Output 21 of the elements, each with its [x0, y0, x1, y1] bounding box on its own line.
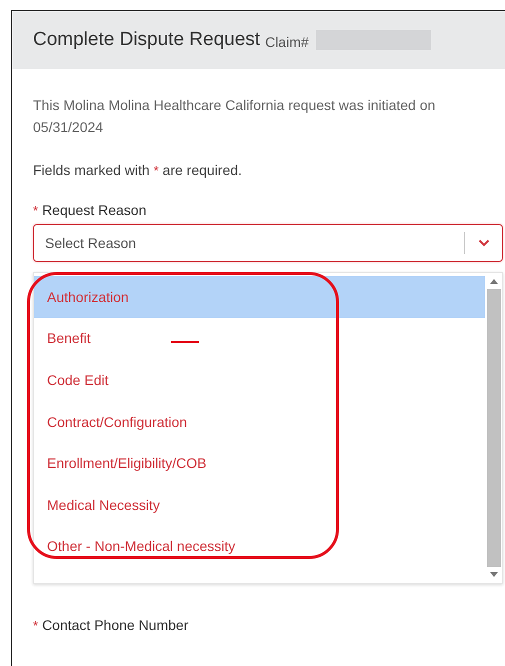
scroll-up-icon[interactable] — [490, 279, 498, 284]
dropdown-option[interactable]: Benefit — [34, 318, 485, 360]
intro-text: This Molina Molina Healthcare California request was initiated on 05/31/2024 — [33, 96, 436, 137]
dropdown-option[interactable]: Authorization — [34, 276, 485, 318]
chevron-down-icon — [478, 239, 490, 247]
annotation-mark — [171, 341, 199, 343]
dialog-title: Complete Dispute Request — [33, 29, 260, 51]
dropdown-option[interactable]: Code Edit — [34, 359, 485, 401]
scroll-down-icon[interactable] — [490, 572, 498, 577]
dropdown-option[interactable]: Medical Necessity — [34, 484, 485, 526]
dropdown-option[interactable]: Contract/Configuration — [34, 400, 485, 442]
field-label: Request Reason — [42, 202, 146, 218]
claim-label: Claim# — [265, 34, 309, 50]
reason-select[interactable]: Select Reason — [33, 224, 503, 262]
required-note: Fields marked with * are required. — [33, 162, 243, 178]
required-mark: * — [33, 203, 38, 218]
required-mark: * — [33, 618, 38, 633]
dropdown-option[interactable]: Enrollment/Eligibility/COB — [34, 442, 485, 484]
dropdown-option[interactable]: Other - Non-Medical necessity — [34, 526, 485, 568]
scroll-thumb[interactable] — [486, 289, 500, 567]
field-label: Contact Phone Number — [42, 617, 188, 633]
